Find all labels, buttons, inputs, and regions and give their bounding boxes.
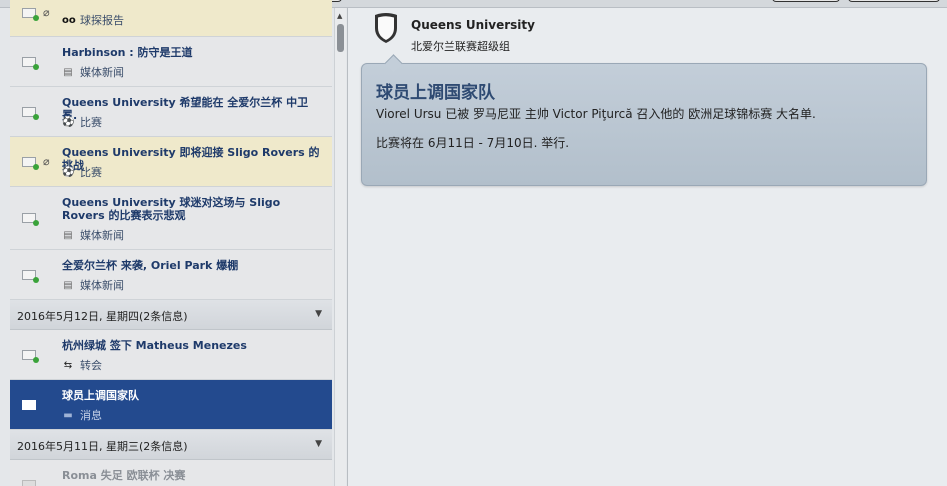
unread-mail-icon	[22, 57, 39, 70]
newspaper-icon: ▤	[63, 229, 73, 241]
unread-mail-icon	[22, 157, 39, 170]
scrollbar[interactable]: ▲	[334, 8, 346, 486]
message-title: 球员上调国家队	[376, 83, 495, 103]
message-detail-pane: Queens University 北爱尔兰联赛超级组 球员上调国家队 Vior…	[348, 8, 947, 486]
speech-bubble-icon: ▬	[63, 409, 73, 421]
list-item[interactable]: ⌀ oo 球探报告	[10, 0, 332, 37]
message-body-line: 比赛将在 6月11日 - 7月10日. 举行.	[376, 136, 570, 150]
club-name[interactable]: Queens University	[411, 18, 535, 32]
newspaper-icon: ▤	[63, 66, 73, 78]
scroll-up-icon[interactable]: ▲	[337, 12, 342, 20]
list-item[interactable]: Queens University 希望能在 全爱尔兰杯 中卫冕. ⚽ 比赛	[10, 87, 332, 137]
attachment-icon: ⌀	[43, 6, 50, 19]
list-item[interactable]: 全爱尔兰杯 来袭, Oriel Park 爆棚 ▤ 媒体新闻	[10, 250, 332, 300]
list-item[interactable]: Harbinson : 防守是王道 ▤ 媒体新闻	[10, 37, 332, 87]
message-list: ⌀ oo 球探报告 Harbinson : 防守是王道 ▤ 媒体新闻 Queens …	[10, 0, 332, 486]
unread-mail-icon	[22, 213, 39, 226]
list-item-selected[interactable]: 球员上调国家队 ▬ 消息	[10, 380, 332, 430]
transfer-icon: ⇆	[63, 359, 73, 371]
collapse-triangle-icon[interactable]: ▼	[315, 309, 322, 319]
collapse-triangle-icon[interactable]: ▼	[315, 439, 322, 449]
list-item[interactable]: Roma 失足 欧联杯 决赛	[10, 460, 332, 486]
date-group-header[interactable]: 2016年5月12日, 星期四(2条信息) ▼	[10, 300, 332, 330]
toolbar-button[interactable]	[848, 0, 940, 2]
newspaper-icon: ▤	[63, 279, 73, 291]
open-mail-icon	[22, 400, 36, 410]
unread-mail-icon	[22, 107, 39, 120]
scrollbar-thumb[interactable]	[337, 24, 344, 52]
club-badge-icon	[375, 13, 397, 43]
read-mail-icon	[22, 480, 36, 486]
unread-mail-icon	[22, 350, 39, 363]
football-icon: ⚽	[62, 166, 75, 178]
date-group-header[interactable]: 2016年5月11日, 星期三(2条信息) ▼	[10, 430, 332, 460]
toolbar-button[interactable]	[772, 0, 840, 2]
list-item[interactable]: Queens University 球迷对这场与 Sligo Rovers 的比…	[10, 187, 332, 250]
football-icon: ⚽	[62, 116, 75, 128]
attachment-icon: ⌀	[43, 155, 50, 168]
binoculars-icon: oo	[62, 14, 76, 26]
message-bubble: 球员上调国家队 Viorel Ursu 已被 罗马尼亚 主帅 Victor Pi…	[361, 63, 927, 186]
list-item[interactable]: 杭州绿城 签下 Matheus Menezes ⇆ 转会	[10, 330, 332, 380]
unread-mail-icon	[22, 270, 39, 283]
unread-mail-icon	[22, 8, 39, 21]
list-item[interactable]: ⌀ Queens University 即将迎接 Sligo Rovers 的挑…	[10, 137, 332, 187]
message-body-line: Viorel Ursu 已被 罗马尼亚 主帅 Victor Piţurcă 召入…	[376, 107, 816, 121]
league-name[interactable]: 北爱尔兰联赛超级组	[411, 38, 510, 54]
